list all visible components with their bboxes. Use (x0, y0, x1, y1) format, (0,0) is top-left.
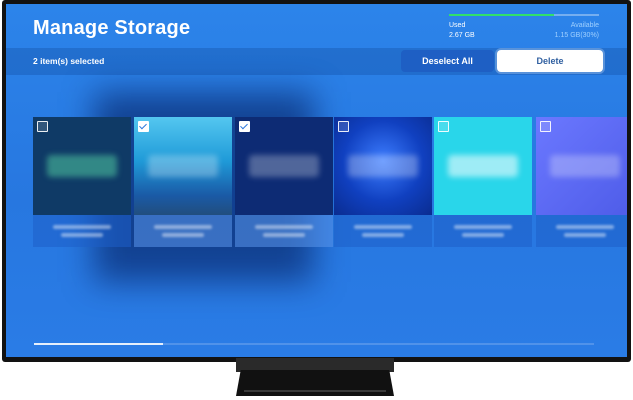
checkbox-icon[interactable] (37, 121, 48, 132)
app-tile[interactable] (434, 117, 532, 247)
checkbox-checked-icon[interactable] (138, 121, 149, 132)
app-size-blurred (61, 233, 103, 237)
app-tile[interactable] (536, 117, 627, 247)
app-name-blurred (255, 225, 313, 229)
app-tile[interactable] (33, 117, 131, 247)
deselect-all-button[interactable]: Deselect All (401, 50, 494, 72)
app-tile-caption (434, 215, 532, 247)
selected-count: 2 item(s) selected (33, 56, 105, 66)
tv-stand (236, 370, 394, 396)
tv-stand-neck (236, 358, 394, 372)
app-logo-icon (448, 155, 518, 177)
app-tile-caption (536, 215, 627, 247)
app-name-blurred (354, 225, 412, 229)
storage-usage: Used 2.67 GB Available 1.15 GB(30%) (449, 14, 599, 42)
scrollbar-thumb[interactable] (34, 343, 163, 345)
checkbox-icon[interactable] (338, 121, 349, 132)
app-tile[interactable] (235, 117, 333, 247)
available-label: Available (570, 22, 599, 29)
app-logo-icon (148, 155, 218, 177)
app-size-blurred (564, 233, 606, 237)
tv-screen: Manage Storage Used 2.67 GB Available 1.… (6, 4, 627, 357)
checkbox-icon[interactable] (540, 121, 551, 132)
tv-display: Manage Storage Used 2.67 GB Available 1.… (0, 0, 633, 400)
app-logo-icon (348, 155, 418, 177)
used-label: Used (449, 22, 466, 29)
app-tile-caption (134, 215, 232, 247)
checkbox-checked-icon[interactable] (239, 121, 250, 132)
delete-button[interactable]: Delete (497, 50, 603, 72)
app-tile-caption (235, 215, 333, 247)
app-size-blurred (362, 233, 404, 237)
app-name-blurred (53, 225, 111, 229)
page-title: Manage Storage (33, 17, 191, 39)
app-logo-icon (550, 155, 620, 177)
app-tile-caption (33, 215, 131, 247)
app-size-blurred (462, 233, 504, 237)
app-tile-list (6, 117, 627, 250)
app-size-blurred (162, 233, 204, 237)
app-name-blurred (154, 225, 212, 229)
app-size-blurred (263, 233, 305, 237)
app-logo-icon (249, 155, 319, 177)
checkbox-icon[interactable] (438, 121, 449, 132)
app-tile-caption (334, 215, 432, 247)
app-tile[interactable] (134, 117, 232, 247)
used-value: 2.67 GB (449, 32, 475, 39)
available-value: 1.15 GB(30%) (554, 32, 599, 39)
app-name-blurred (556, 225, 614, 229)
app-name-blurred (454, 225, 512, 229)
usage-bar-fill (449, 14, 554, 16)
app-logo-icon (47, 155, 117, 177)
app-tile[interactable] (334, 117, 432, 247)
